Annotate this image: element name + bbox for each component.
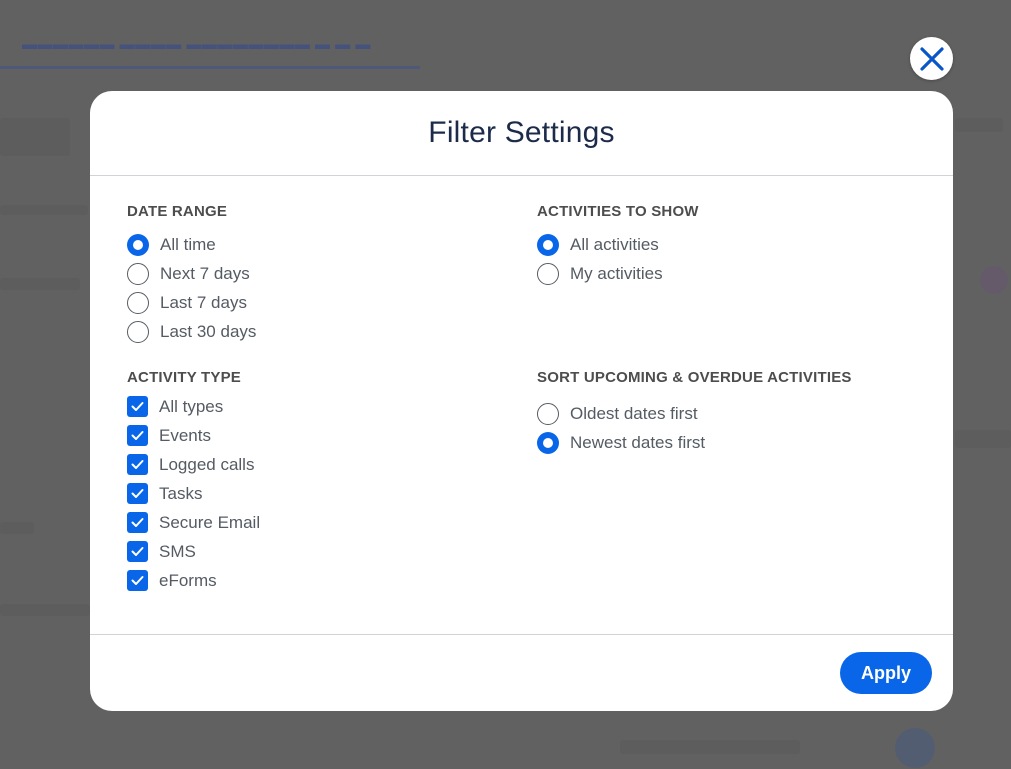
date-range-option-last-30-days[interactable]: Last 30 days [127,317,256,346]
option-label: SMS [159,541,196,561]
activity-type-option-all-types[interactable]: All types [127,392,260,421]
checkbox[interactable] [127,425,148,446]
date-range-option-next-7-days[interactable]: Next 7 days [127,259,256,288]
radio-button[interactable] [127,320,149,343]
radio-button[interactable] [127,262,149,285]
close-icon [919,46,944,71]
date-range-option-last-7-days[interactable]: Last 7 days [127,288,256,317]
checkmark-icon [131,576,144,585]
sort-group: SORT UPCOMING & OVERDUE ACTIVITIES Oldes… [537,368,852,457]
checkmark-icon [131,431,144,440]
option-label: All time [160,234,216,254]
filter-settings-modal: Filter Settings DATE RANGE All time Next… [90,91,953,711]
date-range-title: DATE RANGE [127,203,228,220]
sort-option-newest-first[interactable]: Newest dates first [537,428,852,457]
option-label: Tasks [159,483,203,503]
modal-body: DATE RANGE All time Next 7 days Last 7 d… [90,176,953,635]
activity-type-title: ACTIVITY TYPE [127,369,242,386]
option-label: Last 30 days [160,321,257,341]
option-label: My activities [570,263,663,283]
modal-footer: Apply [90,635,953,710]
option-label: All activities [570,234,659,254]
checkmark-icon [131,402,144,411]
checkbox[interactable] [127,512,148,533]
checkbox[interactable] [127,570,148,591]
date-range-option-all-time[interactable]: All time [127,230,256,259]
activities-to-show-group: ACTIVITIES TO SHOW All activities My act… [537,202,699,288]
option-label: Secure Email [159,512,261,532]
checkmark-icon [131,518,144,527]
radio-button[interactable] [537,431,559,454]
checkbox[interactable] [127,454,148,475]
activity-type-option-events[interactable]: Events [127,421,260,450]
activity-type-option-tasks[interactable]: Tasks [127,479,260,508]
sort-title: SORT UPCOMING & OVERDUE ACTIVITIES [537,369,852,386]
radio-button[interactable] [537,233,559,256]
option-label: Oldest dates first [570,403,698,423]
radio-button[interactable] [127,233,149,256]
checkmark-icon [131,547,144,556]
apply-button[interactable]: Apply [840,652,932,694]
activities-option-all[interactable]: All activities [537,230,699,259]
radio-button[interactable] [537,402,559,425]
date-range-group: DATE RANGE All time Next 7 days Last 7 d… [127,202,256,346]
checkbox[interactable] [127,483,148,504]
radio-button[interactable] [537,262,559,285]
activity-type-option-secure-email[interactable]: Secure Email [127,508,260,537]
option-label: All types [159,396,224,416]
checkmark-icon [131,460,144,469]
modal-header: Filter Settings [90,91,953,176]
activity-type-option-sms[interactable]: SMS [127,537,260,566]
close-button[interactable] [910,37,953,80]
option-label: Last 7 days [160,292,247,312]
option-label: Events [159,425,211,445]
modal-title: Filter Settings [428,116,615,149]
option-label: eForms [159,570,217,590]
radio-button[interactable] [127,291,149,314]
activity-type-group: ACTIVITY TYPE All types Events Logged ca… [127,368,260,595]
checkbox[interactable] [127,396,148,417]
activities-option-mine[interactable]: My activities [537,259,699,288]
activity-type-option-eforms[interactable]: eForms [127,566,260,595]
activities-to-show-title: ACTIVITIES TO SHOW [537,203,699,220]
sort-option-oldest-first[interactable]: Oldest dates first [537,399,852,428]
activity-type-option-logged-calls[interactable]: Logged calls [127,450,260,479]
option-label: Newest dates first [570,432,706,452]
checkbox[interactable] [127,541,148,562]
checkmark-icon [131,489,144,498]
option-label: Next 7 days [160,263,250,283]
option-label: Logged calls [159,454,255,474]
